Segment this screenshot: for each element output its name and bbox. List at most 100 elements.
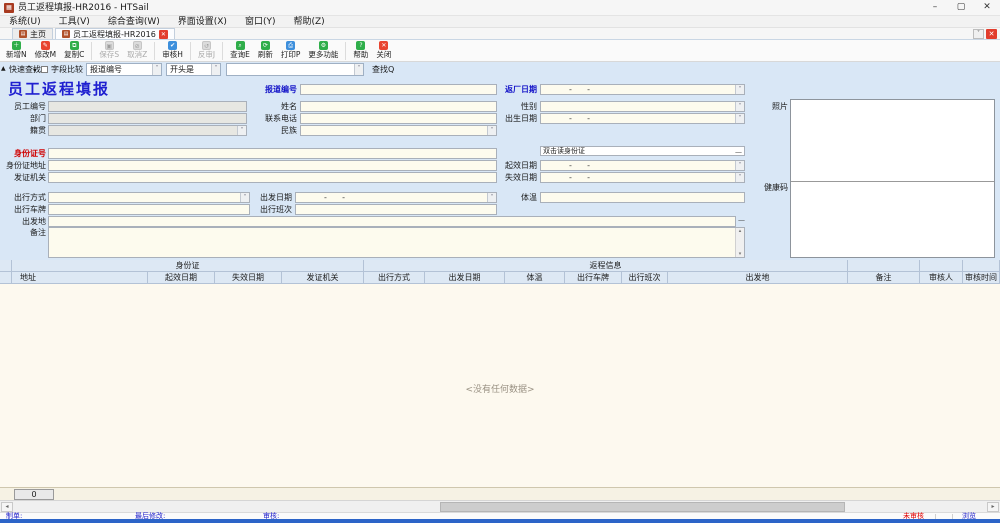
maximize-button[interactable]: ▢ [948, 0, 974, 15]
issuer-input[interactable] [48, 172, 497, 183]
report-no-input[interactable] [300, 84, 497, 95]
chevron-down-icon[interactable]: ˅ [152, 64, 161, 75]
scroll-right-icon[interactable]: ▸ [987, 502, 999, 512]
birth-date-input[interactable]: - - ˅ [540, 113, 745, 124]
col-audit-time[interactable]: 审核时间 [963, 272, 1000, 283]
search-value-combo[interactable]: ˅ [226, 63, 364, 76]
report-no-label: 报道编号 [250, 84, 297, 95]
tab-current[interactable]: ▤ 员工返程填报-HR2016 ✕ [55, 28, 175, 39]
col-plate[interactable]: 出行车牌 [565, 272, 622, 283]
depart-place-input[interactable] [48, 216, 736, 227]
emp-no-input [48, 101, 247, 112]
temperature-input[interactable] [540, 192, 745, 203]
ethnicity-select[interactable]: ˅ [300, 125, 497, 136]
chevron-down-icon[interactable]: ˅ [735, 85, 744, 94]
col-remark[interactable]: 备注 [848, 272, 920, 283]
scroll-down-icon[interactable]: ▾ [736, 251, 744, 257]
col-auditor[interactable]: 审核人 [920, 272, 963, 283]
menu-window[interactable]: 窗口(Y) [236, 16, 285, 28]
collapse-minus-icon[interactable]: — [735, 148, 742, 156]
group-header-id-card[interactable]: 身份证 [12, 260, 364, 271]
chevron-down-icon[interactable]: ˅ [237, 126, 246, 135]
window-title: 员工返程填报-HR2016 - HTSail [18, 0, 149, 16]
menu-tools[interactable]: 工具(V) [50, 16, 99, 28]
tab-home-icon: ▤ [19, 30, 27, 38]
id-addr-input[interactable] [48, 160, 497, 171]
copy-button[interactable]: ⧉ 复制C [60, 40, 88, 62]
menu-help[interactable]: 帮助(Z) [284, 16, 333, 28]
tab-close-icon[interactable]: ✕ [159, 30, 168, 39]
chevron-down-icon[interactable]: ˅ [735, 114, 744, 123]
close-tab-button[interactable]: ✕ 关闭 [372, 40, 395, 62]
close-button[interactable]: ✕ [974, 0, 1000, 15]
row-selector-header [0, 272, 12, 283]
menu-system[interactable]: 系统(U) [0, 16, 50, 28]
chevron-down-icon[interactable]: ˅ [735, 102, 744, 111]
gender-label: 性别 [485, 101, 537, 112]
photo-health-divider [791, 181, 994, 182]
grid-body[interactable]: <没有任何数据> [0, 284, 1000, 487]
tab-home[interactable]: ▤ 主页 [12, 28, 53, 39]
print-button[interactable]: ⎙ 打印P [277, 40, 305, 62]
id-no-input[interactable] [48, 148, 497, 159]
col-valid-from[interactable]: 起效日期 [148, 272, 215, 283]
gear-icon: ⚙ [319, 41, 328, 50]
chevron-down-icon[interactable]: ˅ [240, 193, 249, 202]
group-header-return-info[interactable]: 返程信息 [364, 260, 848, 271]
collapse-panel-icon[interactable]: ▲ [1, 62, 6, 75]
travel-mode-select[interactable]: ˅ [48, 192, 250, 203]
col-valid-to[interactable]: 失效日期 [215, 272, 282, 283]
field-compare-checkbox[interactable] [41, 66, 48, 73]
refresh-button[interactable]: ⟳ 刷新 [254, 40, 277, 62]
valid-from-input[interactable]: - - ˅ [540, 160, 745, 171]
plate-input[interactable] [48, 204, 250, 215]
help-button[interactable]: ? 帮助 [349, 40, 372, 62]
remark-scrollbar[interactable]: ▴ ▾ [735, 228, 744, 257]
collapse-minus-icon[interactable]: — [738, 216, 745, 224]
return-date-input[interactable]: - - ˅ [540, 84, 745, 95]
chevron-down-icon[interactable]: ˅ [735, 173, 744, 182]
query-button[interactable]: ⌕ 查询E [226, 40, 254, 62]
native-place-select[interactable]: ˅ [48, 125, 247, 136]
name-input[interactable] [300, 101, 497, 112]
toolbar: ＋ 新增N ✎ 修改M ⧉ 复制C ▣ 保存S ⊘ 取消Z ✔ 审核H ↺ 反审… [0, 40, 1000, 62]
col-temperature[interactable]: 体温 [505, 272, 565, 283]
read-id-card-button[interactable]: 双击读身份证 — [540, 146, 745, 156]
more-functions-button[interactable]: ⚙ 更多功能 [304, 40, 342, 62]
depart-date-input[interactable]: - - ˅ [295, 192, 497, 203]
menu-ui-settings[interactable]: 界面设置(X) [169, 16, 236, 28]
quick-search-dropdown-icon[interactable]: ▼ [33, 65, 37, 78]
modify-button[interactable]: ✎ 修改M [31, 40, 60, 62]
col-depart-place[interactable]: 出发地 [668, 272, 848, 283]
scroll-left-icon[interactable]: ◂ [1, 502, 13, 512]
tab-list-chevron-icon[interactable]: ˅ [973, 29, 984, 39]
col-depart-date[interactable]: 出发日期 [425, 272, 505, 283]
search-operator-select[interactable]: 开头是 ˅ [166, 63, 221, 76]
scrollbar-thumb[interactable] [440, 502, 845, 512]
remark-textarea[interactable]: ▴ ▾ [48, 227, 745, 258]
add-button[interactable]: ＋ 新增N [2, 40, 31, 62]
chevron-down-icon[interactable]: ˅ [211, 64, 220, 75]
shift-input[interactable] [295, 204, 497, 215]
phone-input[interactable] [300, 113, 497, 124]
gender-select[interactable]: ˅ [540, 101, 745, 112]
photo-box[interactable] [790, 99, 995, 258]
chevron-down-icon[interactable]: ˅ [735, 161, 744, 170]
menu-query[interactable]: 综合查询(W) [99, 16, 169, 28]
horizontal-scrollbar[interactable]: ◂ ▸ [0, 500, 1000, 512]
app-window: ▦ 员工返程填报-HR2016 - HTSail – ▢ ✕ 系统(U) 工具(… [0, 0, 1000, 523]
minimize-button[interactable]: – [922, 0, 948, 15]
valid-to-input[interactable]: - - ˅ [540, 172, 745, 183]
remark-label: 备注 [0, 227, 46, 238]
scroll-up-icon[interactable]: ▴ [736, 228, 744, 234]
col-shift[interactable]: 出行班次 [622, 272, 668, 283]
search-field-select[interactable]: 报道编号 ˅ [86, 63, 162, 76]
audit-button[interactable]: ✔ 审核H [158, 40, 187, 62]
col-travel-mode[interactable]: 出行方式 [364, 272, 425, 283]
col-issuer[interactable]: 发证机关 [282, 272, 364, 283]
col-address[interactable]: 地址 [12, 272, 148, 283]
chevron-down-icon[interactable]: ˅ [354, 64, 363, 75]
chevron-down-icon[interactable]: ˅ [487, 126, 496, 135]
tabstrip-close-icon[interactable]: ✕ [986, 29, 997, 39]
search-button[interactable]: 查找Q [372, 63, 394, 76]
